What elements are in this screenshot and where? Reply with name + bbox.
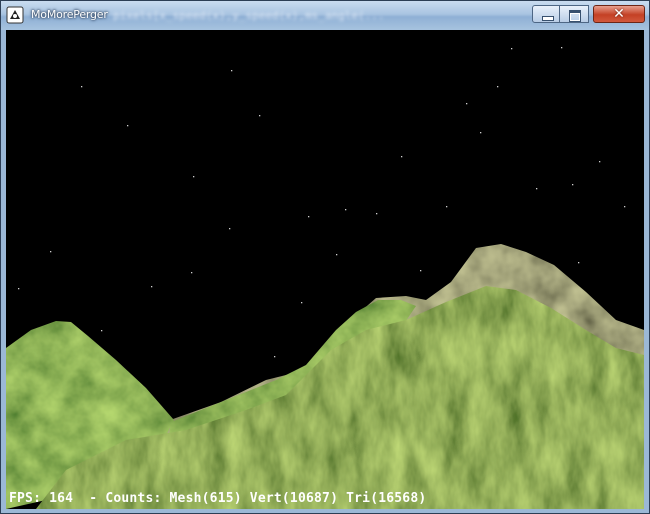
star xyxy=(536,188,538,190)
star xyxy=(497,86,499,88)
star xyxy=(624,206,626,208)
star xyxy=(572,184,574,186)
star xyxy=(511,48,513,50)
terrain-scene xyxy=(6,30,644,509)
star xyxy=(561,47,563,49)
star xyxy=(420,270,422,272)
star xyxy=(446,206,448,208)
minimize-icon xyxy=(542,16,554,21)
star xyxy=(50,251,52,253)
app-icon[interactable] xyxy=(6,6,24,24)
star xyxy=(259,115,261,117)
star xyxy=(345,209,347,211)
star xyxy=(376,213,378,215)
star xyxy=(193,176,195,178)
star xyxy=(301,302,303,304)
star xyxy=(480,132,482,134)
star xyxy=(18,288,20,290)
star xyxy=(336,254,338,256)
star xyxy=(229,228,231,230)
render-viewport[interactable]: FPS: 164 - Counts: Mesh(615) Vert(10687)… xyxy=(6,30,644,509)
minimize-button[interactable] xyxy=(532,5,560,23)
star xyxy=(466,103,468,105)
window-title: MoMorePerger xyxy=(31,8,108,21)
star xyxy=(308,216,310,218)
window-title-blurred: pixels[x_speed(x),y_speed(x),ms_angle(..… xyxy=(113,9,385,22)
title-bar[interactable]: MoMorePerger pixels[x_speed(x),y_speed(x… xyxy=(1,1,649,30)
close-icon: ✕ xyxy=(613,6,625,22)
close-button[interactable]: ✕ xyxy=(593,5,645,23)
star xyxy=(274,356,276,358)
star xyxy=(151,286,153,288)
maximize-icon xyxy=(569,10,581,22)
star xyxy=(578,262,580,264)
maximize-button[interactable] xyxy=(559,5,589,23)
star xyxy=(101,330,103,332)
star xyxy=(231,70,233,72)
app-window: MoMorePerger pixels[x_speed(x),y_speed(x… xyxy=(0,0,650,514)
hud-stats: FPS: 164 - Counts: Mesh(615) Vert(10687)… xyxy=(9,491,427,506)
star xyxy=(81,86,83,88)
star xyxy=(599,161,601,163)
star xyxy=(127,125,129,127)
star xyxy=(401,156,403,158)
star xyxy=(191,272,193,274)
